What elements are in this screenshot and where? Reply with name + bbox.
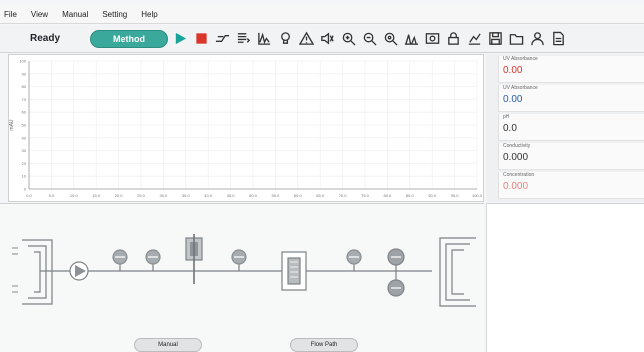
readout-value: 0.000 <box>503 152 529 163</box>
readout-conductivity: Conductivity 0.000 <box>498 143 644 170</box>
image-icon[interactable] <box>424 30 441 48</box>
x-tick-label: 70.0 <box>339 193 348 198</box>
injection-valve-icon[interactable] <box>185 234 203 284</box>
menu-file[interactable]: File <box>4 10 17 19</box>
user-icon[interactable] <box>529 30 546 48</box>
x-tick-label: 85.0 <box>406 193 415 198</box>
x-tick-label: 45.0 <box>227 193 236 198</box>
list-icon[interactable] <box>235 30 252 48</box>
y-tick-label: 0 <box>24 187 27 192</box>
flow-path-svg <box>12 234 476 307</box>
y-tick-label: 100 <box>19 59 26 64</box>
readout-uv-1: UV Absorbance 0.00 <box>498 56 644 83</box>
method-button[interactable]: Method <box>90 29 168 48</box>
x-tick-label: 0.0 <box>26 193 32 198</box>
menu-setting[interactable]: Setting <box>102 10 127 19</box>
valve-1-icon[interactable] <box>112 249 128 271</box>
x-tick-label: 65.0 <box>316 193 325 198</box>
y-tick-label: 40 <box>22 135 27 140</box>
readout-uv-2: UV Absorbance 0.00 <box>498 85 644 112</box>
readout-label: UV Absorbance <box>503 56 538 62</box>
y-tick-label: 50 <box>22 123 27 128</box>
readout-ph: pH 0.0 <box>498 114 644 141</box>
report-icon[interactable] <box>550 30 567 48</box>
valve-4-icon[interactable] <box>346 249 362 271</box>
integrate-icon[interactable] <box>403 30 420 48</box>
readout-value: 0.000 <box>503 181 529 192</box>
speaker-icon[interactable] <box>319 30 336 48</box>
y-tick-label: 10 <box>22 174 27 179</box>
x-tick-label: 25.0 <box>137 193 146 198</box>
menu-view[interactable]: View <box>31 10 48 19</box>
status-text: Ready <box>30 33 61 44</box>
chromatogram-chart[interactable]: 100 90 80 70 60 50 40 30 20 10 0 0.0 5.0 10.0 15.0 20.… <box>8 54 484 202</box>
readout-value: 0.00 <box>503 65 523 76</box>
pump-icon[interactable] <box>69 261 89 281</box>
y-tick-label: 60 <box>22 110 27 115</box>
x-tick-label: 90.0 <box>428 193 437 198</box>
readout-value: 0.0 <box>503 123 517 134</box>
readout-concentration: Concentration 0.000 <box>498 172 644 199</box>
x-tick-label: 35.0 <box>182 193 191 198</box>
y-tick-label: 20 <box>22 161 27 166</box>
folder-icon[interactable] <box>508 30 525 48</box>
valve-2-icon[interactable] <box>145 249 161 271</box>
valve-3-icon[interactable] <box>231 249 247 271</box>
save-icon[interactable] <box>487 30 504 48</box>
y-axis-label: mAU <box>9 119 15 131</box>
stop-icon[interactable] <box>193 30 210 48</box>
readout-value: 0.00 <box>503 94 523 105</box>
detector-icon[interactable] <box>387 248 405 297</box>
zoom-reset-icon[interactable] <box>382 30 399 48</box>
x-tick-label: 30.0 <box>160 193 169 198</box>
readout-label: UV Absorbance <box>503 85 538 91</box>
readout-label: Conductivity <box>503 143 531 149</box>
x-tick-label: 50.0 <box>249 193 258 198</box>
peak-icon[interactable] <box>256 30 273 48</box>
column-icon[interactable] <box>281 251 307 291</box>
lamp-icon[interactable] <box>277 30 294 48</box>
inlet-manifold[interactable] <box>12 239 53 305</box>
x-tick-label: 15.0 <box>92 193 101 198</box>
warning-icon[interactable] <box>298 30 315 48</box>
toolbar: Ready Method <box>0 25 644 53</box>
zoom-out-icon[interactable] <box>361 30 378 48</box>
outlet-manifold[interactable] <box>439 237 476 307</box>
zoom-in-icon[interactable] <box>340 30 357 48</box>
menu-bar: File View Manual Setting Help <box>0 6 644 24</box>
readout-label: Concentration <box>503 172 535 178</box>
flow-path-button[interactable]: Flow Path <box>290 338 358 352</box>
x-tick-label: 100.0 <box>472 193 483 198</box>
flow-path-diagram: Manual Flow Path <box>0 203 484 352</box>
x-tick-label: 95.0 <box>451 193 460 198</box>
readout-panel: UV Absorbance 0.00 UV Absorbance 0.00 pH… <box>486 54 644 202</box>
x-tick-label: 10.0 <box>70 193 79 198</box>
lock-icon[interactable] <box>445 30 462 48</box>
manual-button[interactable]: Manual <box>134 338 202 352</box>
y-tick-label: 90 <box>22 71 27 76</box>
x-tick-label: 55.0 <box>272 193 281 198</box>
y-tick-label: 80 <box>22 84 27 89</box>
x-tick-label: 75.0 <box>361 193 370 198</box>
menu-help[interactable]: Help <box>141 10 157 19</box>
app-window: File View Manual Setting Help Ready Meth… <box>0 0 644 352</box>
chart-edit-icon[interactable] <box>466 30 483 48</box>
side-panel <box>486 203 644 352</box>
readout-label: pH <box>503 114 510 120</box>
y-tick-label: 70 <box>22 97 27 102</box>
x-tick-label: 80.0 <box>384 193 393 198</box>
x-tick-label: 20.0 <box>115 193 124 198</box>
chart-svg: 1009080706050403020100 0.0 5.0 10.0 15.0 20.… <box>9 59 483 199</box>
menu-manual[interactable]: Manual <box>62 10 88 19</box>
y-tick-label: 30 <box>22 148 27 153</box>
x-tick-label: 40.0 <box>204 193 213 198</box>
gradient-icon[interactable] <box>214 30 231 48</box>
x-tick-label: 5.0 <box>49 193 55 198</box>
play-icon[interactable] <box>172 30 189 48</box>
x-tick-label: 60.0 <box>294 193 303 198</box>
